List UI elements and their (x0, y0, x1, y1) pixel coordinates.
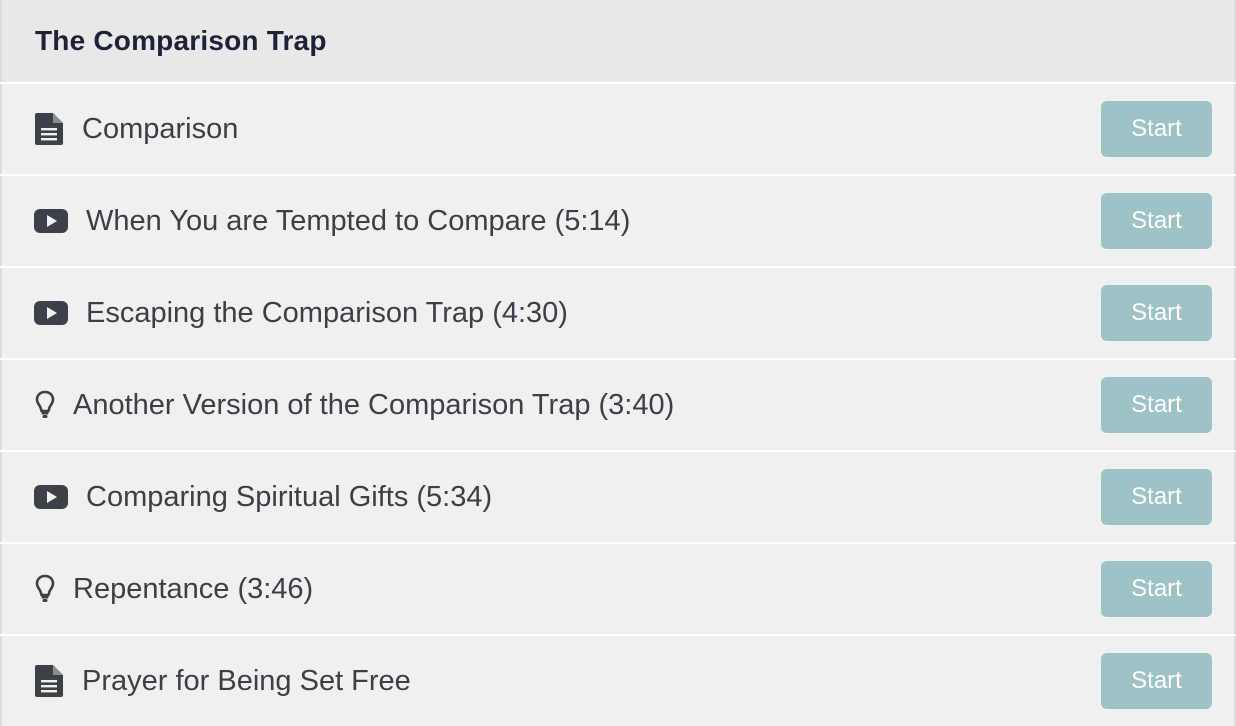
lesson-title: Repentance (3:46) (73, 572, 314, 605)
lesson-row[interactable]: Comparison Start (0, 84, 1236, 174)
section-header: The Comparison Trap (0, 0, 1236, 82)
lesson-title: Another Version of the Comparison Trap (… (73, 388, 675, 421)
lesson-title: Escaping the Comparison Trap (4:30) (86, 296, 568, 329)
lightbulb-icon (34, 574, 56, 604)
lesson-row[interactable]: Prayer for Being Set Free Start (0, 636, 1236, 726)
video-icon (34, 209, 68, 233)
lesson-row[interactable]: Another Version of the Comparison Trap (… (0, 360, 1236, 450)
start-button[interactable]: Start (1101, 285, 1212, 341)
course-section: The Comparison Trap Comparison Start Whe… (0, 0, 1236, 726)
start-button[interactable]: Start (1101, 101, 1212, 157)
lightbulb-icon (34, 390, 56, 420)
lesson-row[interactable]: Repentance (3:46) Start (0, 544, 1236, 634)
start-button[interactable]: Start (1101, 653, 1212, 709)
lesson-list: Comparison Start When You are Tempted to… (0, 84, 1236, 726)
lesson-title: Prayer for Being Set Free (82, 664, 411, 697)
lesson-row[interactable]: Comparing Spiritual Gifts (5:34) Start (0, 452, 1236, 542)
start-button[interactable]: Start (1101, 193, 1212, 249)
lesson-row[interactable]: When You are Tempted to Compare (5:14) S… (0, 176, 1236, 266)
start-button[interactable]: Start (1101, 469, 1212, 525)
section-title: The Comparison Trap (35, 25, 327, 56)
start-button[interactable]: Start (1101, 561, 1212, 617)
lesson-title: When You are Tempted to Compare (5:14) (86, 204, 631, 237)
start-button[interactable]: Start (1101, 377, 1212, 433)
video-icon (34, 485, 68, 509)
lesson-title: Comparison (82, 112, 239, 145)
document-icon (34, 665, 64, 697)
lesson-title: Comparing Spiritual Gifts (5:34) (86, 480, 493, 513)
video-icon (34, 301, 68, 325)
lesson-row[interactable]: Escaping the Comparison Trap (4:30) Star… (0, 268, 1236, 358)
document-icon (34, 113, 64, 145)
